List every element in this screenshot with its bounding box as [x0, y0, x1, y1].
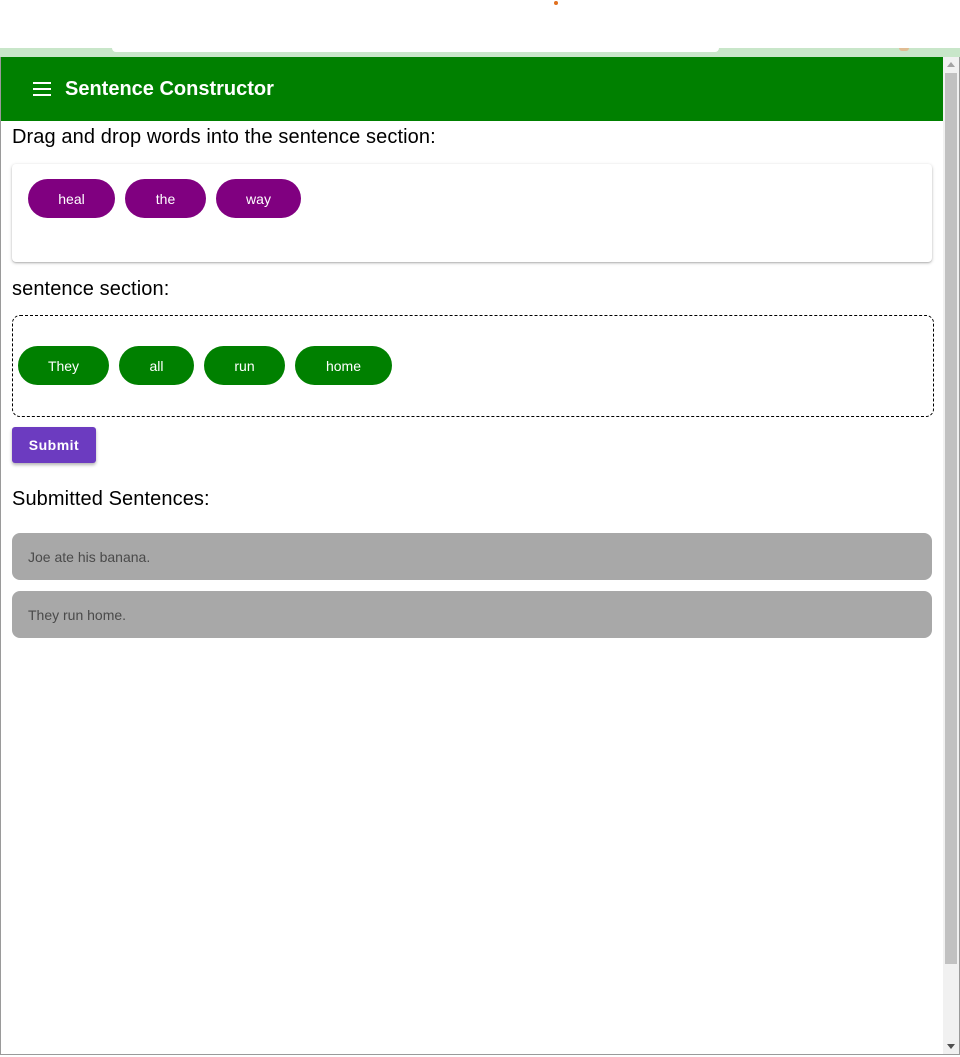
scroll-up-arrow-icon[interactable] [947, 62, 955, 67]
sentence-chip-run[interactable]: run [204, 346, 285, 385]
browser-top-strip [0, 0, 960, 48]
sentence-chip-they[interactable]: They [18, 346, 109, 385]
browser-toolbar [0, 48, 960, 57]
vertical-scrollbar[interactable] [943, 57, 959, 1054]
word-chip-the[interactable]: the [125, 179, 206, 218]
submitted-sentence-text: Joe ate his banana. [28, 548, 151, 565]
profile-icon[interactable] [899, 48, 909, 51]
word-chip-way[interactable]: way [216, 179, 301, 218]
submitted-sentence-text: They run home. [28, 606, 127, 623]
sentence-section-heading: sentence section: [12, 278, 170, 300]
menu-icon[interactable] [33, 82, 51, 96]
sentence-drop-zone[interactable]: They all run home [12, 315, 934, 417]
app-window: Sentence Constructor Drag and drop words… [0, 57, 960, 1055]
word-chip-heal[interactable]: heal [28, 179, 115, 218]
submitted-sentence-item: They run home. [12, 591, 932, 638]
address-bar[interactable] [112, 48, 719, 52]
app-bar: Sentence Constructor [1, 57, 943, 121]
submitted-sentence-item: Joe ate his banana. [12, 533, 932, 580]
sentence-chip-home[interactable]: home [295, 346, 392, 385]
word-bank[interactable]: heal the way [12, 164, 932, 262]
app-title: Sentence Constructor [65, 77, 274, 100]
instruction-heading: Drag and drop words into the sentence se… [12, 126, 436, 148]
submitted-sentences-heading: Submitted Sentences: [12, 488, 210, 510]
submit-button[interactable]: Submit [12, 427, 96, 463]
scroll-down-arrow-icon[interactable] [947, 1044, 955, 1049]
sentence-chip-all[interactable]: all [119, 346, 194, 385]
scrollbar-thumb[interactable] [945, 73, 957, 964]
loading-indicator-icon [554, 1, 558, 5]
